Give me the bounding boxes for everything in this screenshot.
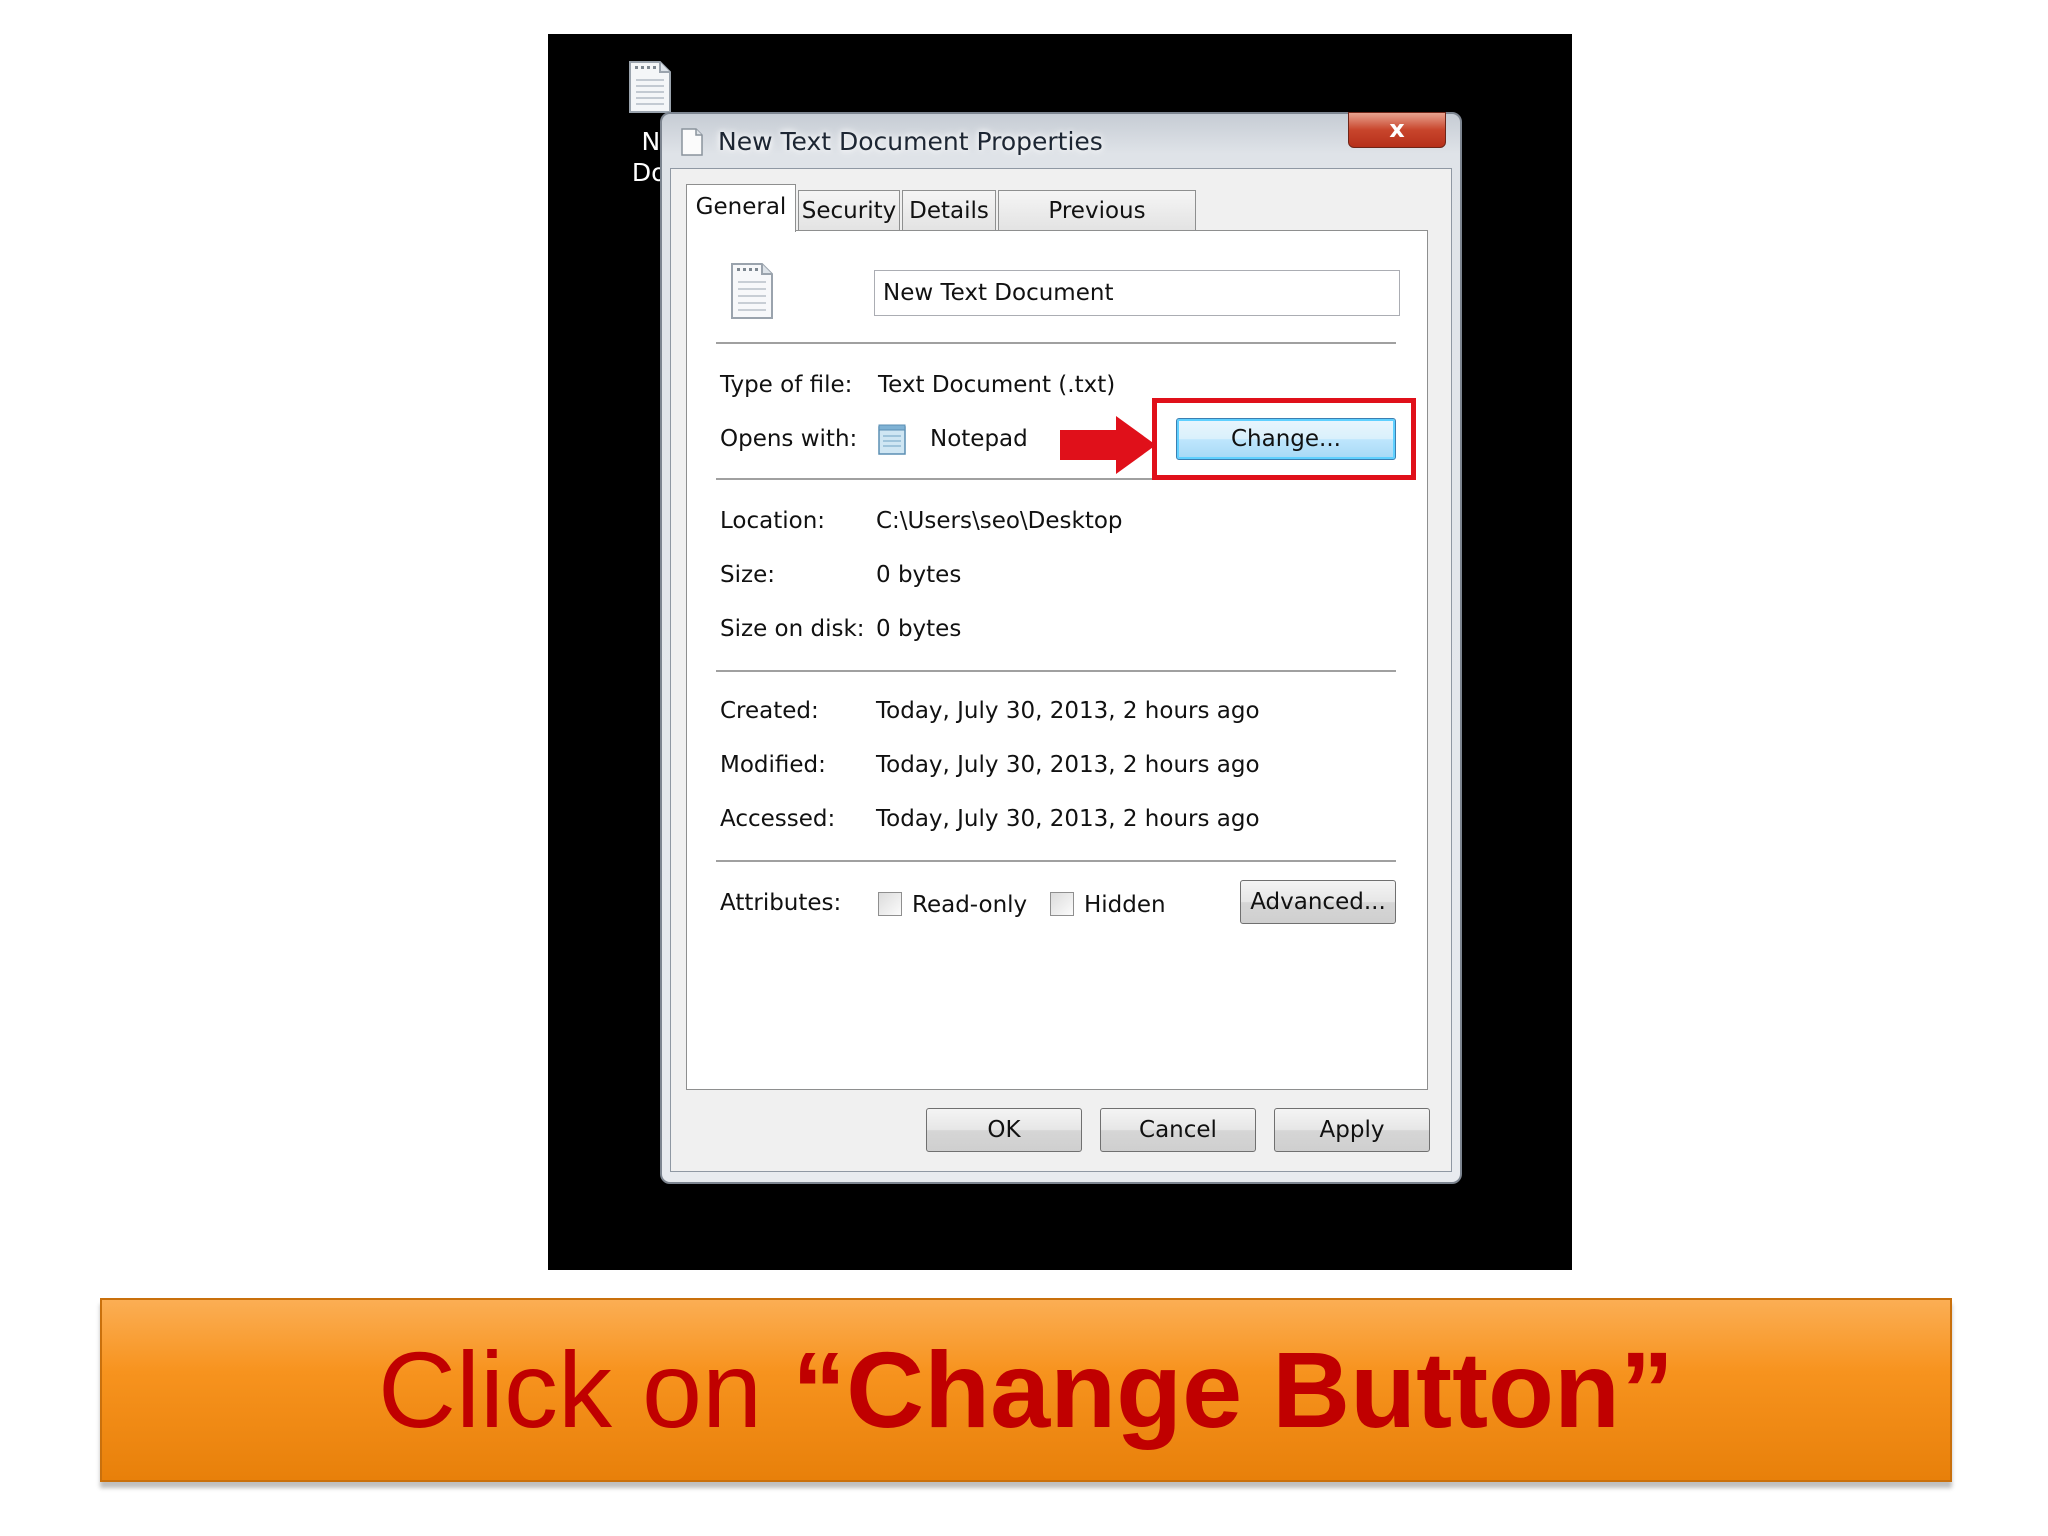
divider	[716, 342, 1396, 344]
size-on-disk-label: Size on disk:	[720, 616, 865, 642]
apply-button[interactable]: Apply	[1274, 1108, 1430, 1152]
close-button[interactable]: x	[1348, 112, 1446, 148]
accessed-label: Accessed:	[720, 806, 836, 832]
size-on-disk-value: 0 bytes	[876, 616, 962, 642]
red-arrow-right-icon	[1060, 416, 1156, 474]
accessed-value: Today, July 30, 2013, 2 hours ago	[876, 806, 1260, 832]
read-only-checkbox[interactable]	[878, 892, 902, 916]
type-of-file-label: Type of file:	[720, 372, 853, 398]
opens-with-value: Notepad	[930, 426, 1028, 452]
created-label: Created:	[720, 698, 819, 724]
opens-with-label: Opens with:	[720, 426, 858, 452]
general-tab-panel	[686, 230, 1428, 1090]
change-button[interactable]: Change...	[1176, 418, 1396, 460]
text-file-icon[interactable]	[626, 60, 674, 114]
advanced-button[interactable]: Advanced...	[1240, 880, 1396, 924]
modified-label: Modified:	[720, 752, 826, 778]
tab-previous-versions[interactable]: Previous Versions	[998, 190, 1196, 264]
tab-details[interactable]: Details	[902, 190, 996, 230]
instruction-prefix: Click on	[377, 1329, 793, 1450]
cancel-button[interactable]: Cancel	[1100, 1108, 1256, 1152]
hidden-label[interactable]: Hidden	[1084, 890, 1166, 920]
tab-security[interactable]: Security	[798, 190, 900, 230]
text-file-icon	[731, 263, 773, 319]
location-value: C:\Users\seo\Desktop	[876, 508, 1123, 534]
size-label: Size:	[720, 562, 775, 588]
file-name-input[interactable]	[874, 270, 1400, 316]
modified-value: Today, July 30, 2013, 2 hours ago	[876, 752, 1260, 778]
ok-button[interactable]: OK	[926, 1108, 1082, 1152]
type-of-file-value: Text Document (.txt)	[878, 372, 1116, 398]
window-title: New Text Document Properties	[718, 127, 1103, 156]
notepad-icon	[878, 424, 906, 455]
read-only-label[interactable]: Read-only	[912, 890, 1027, 920]
location-label: Location:	[720, 508, 826, 534]
divider	[716, 860, 1396, 862]
instruction-text: Click on “Change Button”	[100, 1298, 1952, 1482]
created-value: Today, July 30, 2013, 2 hours ago	[876, 698, 1260, 724]
attributes-label: Attributes:	[720, 890, 842, 916]
size-value: 0 bytes	[876, 562, 962, 588]
instruction-emphasis: “Change Button”	[792, 1329, 1674, 1450]
tab-general[interactable]: General	[686, 184, 796, 232]
hidden-checkbox[interactable]	[1050, 892, 1074, 916]
text-file-icon	[681, 128, 703, 156]
divider	[716, 670, 1396, 672]
